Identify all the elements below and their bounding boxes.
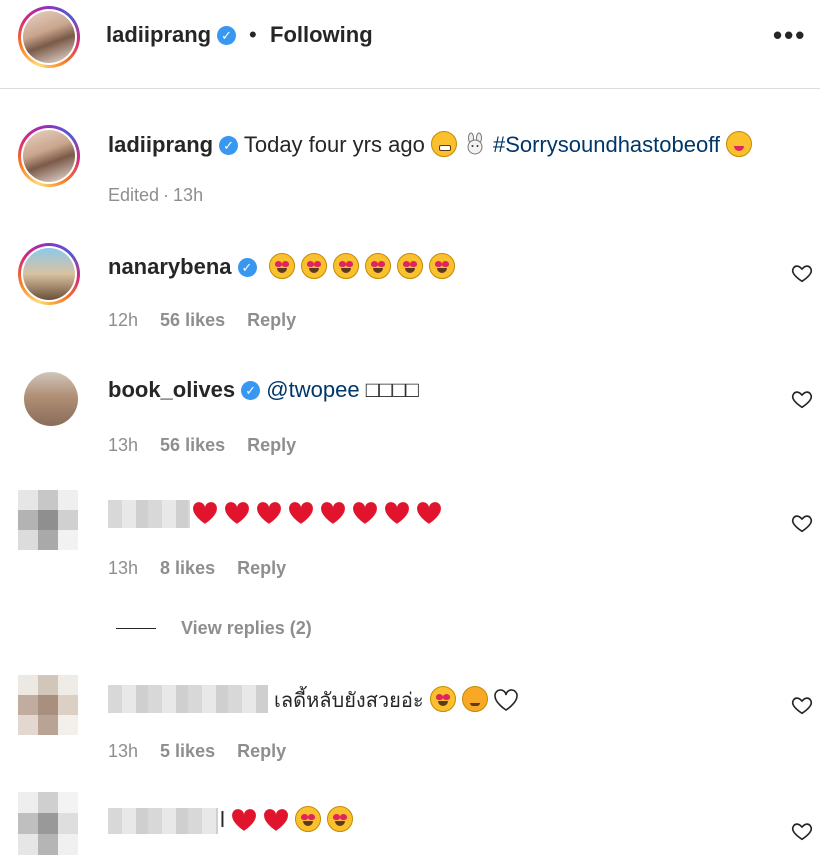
- heart-eyes-emoji-icon: [294, 806, 321, 832]
- like-heart-icon[interactable]: [791, 388, 813, 410]
- comment-avatar-ring[interactable]: [18, 243, 80, 305]
- heart-eyes-emoji-icon: [428, 253, 455, 279]
- caption-username[interactable]: ladiiprang: [108, 132, 213, 157]
- heart-eyes-emoji-icon: [429, 686, 456, 712]
- verified-badge-icon: ✓: [219, 136, 239, 155]
- red-heart-icon: [385, 502, 409, 524]
- red-heart-icon: [289, 502, 313, 524]
- comment-row: เลดี้หลับยังสวยอ่ะ: [274, 684, 518, 716]
- red-heart-icon: [353, 502, 377, 524]
- comment-time[interactable]: 13h: [108, 558, 138, 578]
- comment-body: เลดี้หลับยังสวยอ่ะ: [274, 688, 424, 712]
- smiling-hearts-emoji-icon: [461, 686, 488, 712]
- comment-row: book_olives ✓ @twopee □□□□: [108, 377, 419, 403]
- comment-time[interactable]: 13h: [108, 435, 138, 455]
- heart-eyes-emoji-icon: [300, 253, 327, 279]
- blurred-username: [108, 808, 218, 834]
- comment-emojis: [268, 253, 461, 279]
- post-header: ladiiprang ✓ • Following •••: [0, 0, 820, 89]
- caption-meta: Edited · 13h: [108, 185, 204, 205]
- avatar[interactable]: [23, 11, 75, 63]
- reply-button[interactable]: Reply: [247, 435, 296, 455]
- verified-badge-icon: ✓: [217, 26, 237, 45]
- blurred-username: [108, 685, 268, 713]
- separator-dot: •: [249, 22, 257, 47]
- heart-eyes-emoji-icon: [268, 253, 295, 279]
- like-heart-icon[interactable]: [791, 512, 813, 534]
- red-heart-icon: [193, 502, 217, 524]
- like-heart-icon[interactable]: [791, 262, 813, 284]
- verified-badge-icon: ✓: [241, 381, 261, 400]
- comment-likes[interactable]: 5 likes: [160, 741, 215, 761]
- red-heart-icon: [225, 502, 249, 524]
- blurred-username: [108, 500, 190, 528]
- comment-username[interactable]: book_olives: [108, 377, 235, 402]
- reply-button[interactable]: Reply: [237, 558, 286, 578]
- red-heart-icon: [257, 502, 281, 524]
- comment-likes[interactable]: 8 likes: [160, 558, 215, 578]
- comment-meta: 13h 5 likes Reply: [108, 741, 308, 762]
- comment-username-tail: l: [220, 807, 225, 832]
- edited-label: Edited: [108, 185, 160, 205]
- grimacing-emoji-icon: [430, 131, 457, 157]
- comment-row: l: [220, 806, 359, 833]
- caption-avatar-ring[interactable]: [18, 125, 80, 187]
- comment-likes[interactable]: 56 likes: [160, 435, 225, 455]
- white-heart-icon: [493, 689, 518, 711]
- comment-meta: 13h 56 likes Reply: [108, 435, 318, 456]
- red-heart-icon: [417, 502, 441, 524]
- header-avatar-ring[interactable]: [18, 6, 80, 68]
- red-heart-icon: [321, 502, 345, 524]
- verified-badge-icon: ✓: [237, 258, 257, 277]
- header-username[interactable]: ladiiprang ✓: [106, 22, 237, 48]
- reply-button[interactable]: Reply: [237, 741, 286, 761]
- caption-text: ladiiprang ✓ Today four yrs ago #Sorrysou…: [108, 131, 758, 158]
- red-heart-icon: [231, 809, 256, 831]
- like-heart-icon[interactable]: [791, 694, 813, 716]
- comment-username[interactable]: nanarybena: [108, 254, 232, 279]
- comment-time[interactable]: 13h: [108, 741, 138, 761]
- comment-hearts: [192, 500, 448, 526]
- more-options-icon[interactable]: •••: [773, 20, 806, 51]
- avatar[interactable]: [23, 130, 75, 182]
- view-replies-button[interactable]: View replies (2): [181, 618, 312, 639]
- like-heart-icon[interactable]: [791, 820, 813, 842]
- caption-body: Today four yrs ago: [243, 132, 425, 157]
- following-button[interactable]: Following: [270, 22, 373, 48]
- caption-time[interactable]: 13h: [173, 185, 203, 205]
- rabbit-emoji-icon: [463, 132, 487, 156]
- red-heart-icon: [263, 809, 288, 831]
- view-replies-line: [116, 628, 156, 629]
- reply-button[interactable]: Reply: [247, 310, 296, 330]
- heart-eyes-emoji-icon: [326, 806, 353, 832]
- avatar-pixelated[interactable]: [18, 792, 78, 855]
- comment-likes[interactable]: 56 likes: [160, 310, 225, 330]
- heart-eyes-emoji-icon: [396, 253, 423, 279]
- heart-eyes-emoji-icon: [332, 253, 359, 279]
- heart-eyes-emoji-icon: [364, 253, 391, 279]
- avatar[interactable]: [24, 372, 78, 426]
- comment-meta: 13h 8 likes Reply: [108, 558, 308, 579]
- avatar-pixelated[interactable]: [18, 675, 78, 735]
- comment-time[interactable]: 12h: [108, 310, 138, 330]
- caption-hashtag[interactable]: #Sorrysoundhastobeoff: [493, 132, 720, 157]
- comment-meta: 12h 56 likes Reply: [108, 310, 318, 331]
- avatar[interactable]: [23, 248, 75, 300]
- comment-body: □□□□: [365, 377, 419, 402]
- comment-mention[interactable]: @twopee: [266, 377, 359, 402]
- header-username-label[interactable]: ladiiprang: [106, 22, 211, 47]
- avatar-pixelated[interactable]: [18, 490, 78, 550]
- tongue-out-emoji-icon: [726, 131, 753, 157]
- comment-row: nanarybena ✓: [108, 253, 461, 280]
